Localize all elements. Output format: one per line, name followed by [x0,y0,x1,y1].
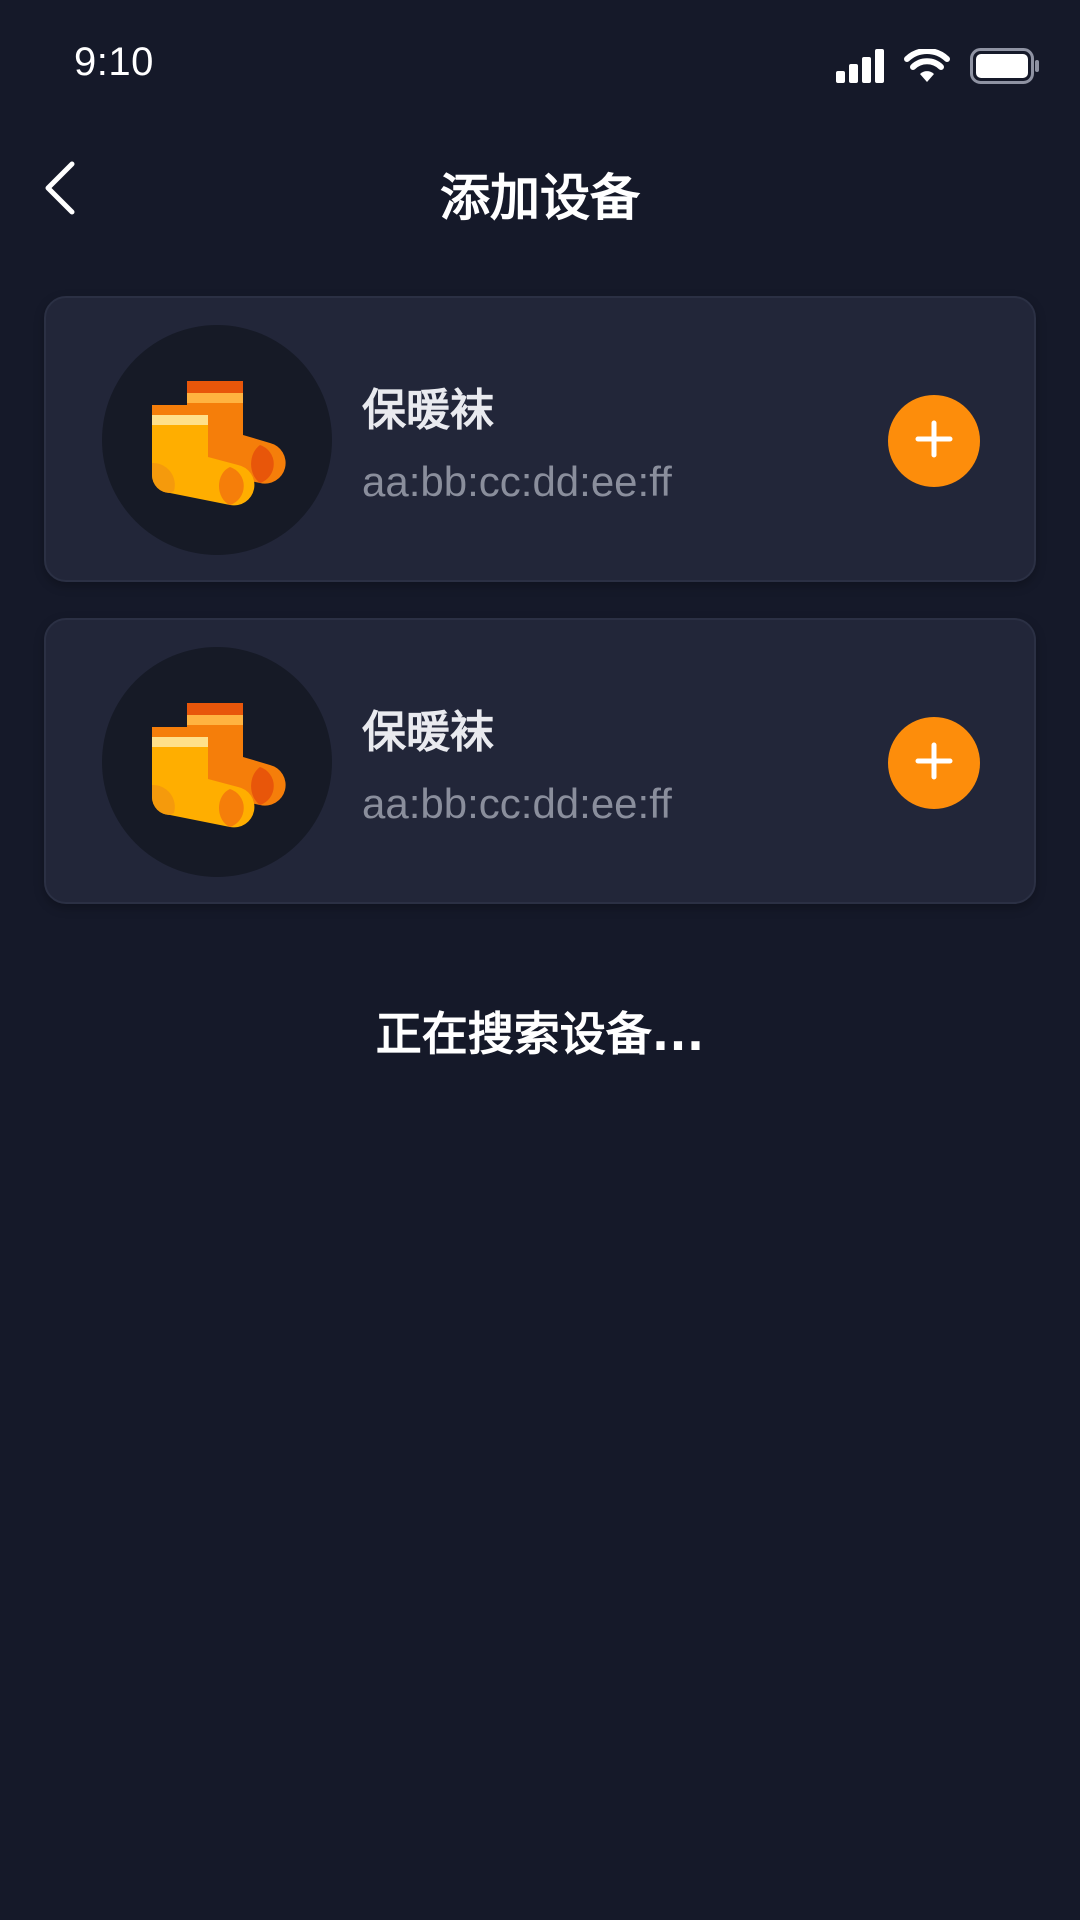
battery-icon [970,48,1040,88]
add-device-button[interactable] [888,395,980,487]
device-name: 保暖袜 [362,707,494,758]
device-avatar [102,647,332,877]
status-time: 9:10 [74,40,154,84]
plus-icon [912,739,956,787]
socks-icon [142,685,292,839]
status-icons [836,48,1040,88]
device-name: 保暖袜 [362,385,494,436]
header: 添加设备 [0,140,1080,240]
searching-status: 正在搜索设备... [375,1007,705,1061]
signal-icon [836,49,884,87]
add-device-button[interactable] [888,717,980,809]
device-mac: aa:bb:cc:dd:ee:ff [362,780,672,827]
status-bar: 9:10 [0,0,1080,130]
plus-icon [912,417,956,465]
page-title: 添加设备 [440,169,640,227]
wifi-icon [904,48,950,87]
device-card[interactable]: 保暖袜 aa:bb:cc:dd:ee:ff [44,618,1036,904]
device-list: 保暖袜 aa:bb:cc:dd:ee:ff 保暖袜 aa:bb:cc:dd:ee… [44,296,1036,940]
device-avatar [102,325,332,555]
device-card[interactable]: 保暖袜 aa:bb:cc:dd:ee:ff [44,296,1036,582]
socks-icon [142,363,292,517]
device-mac: aa:bb:cc:dd:ee:ff [362,458,672,505]
